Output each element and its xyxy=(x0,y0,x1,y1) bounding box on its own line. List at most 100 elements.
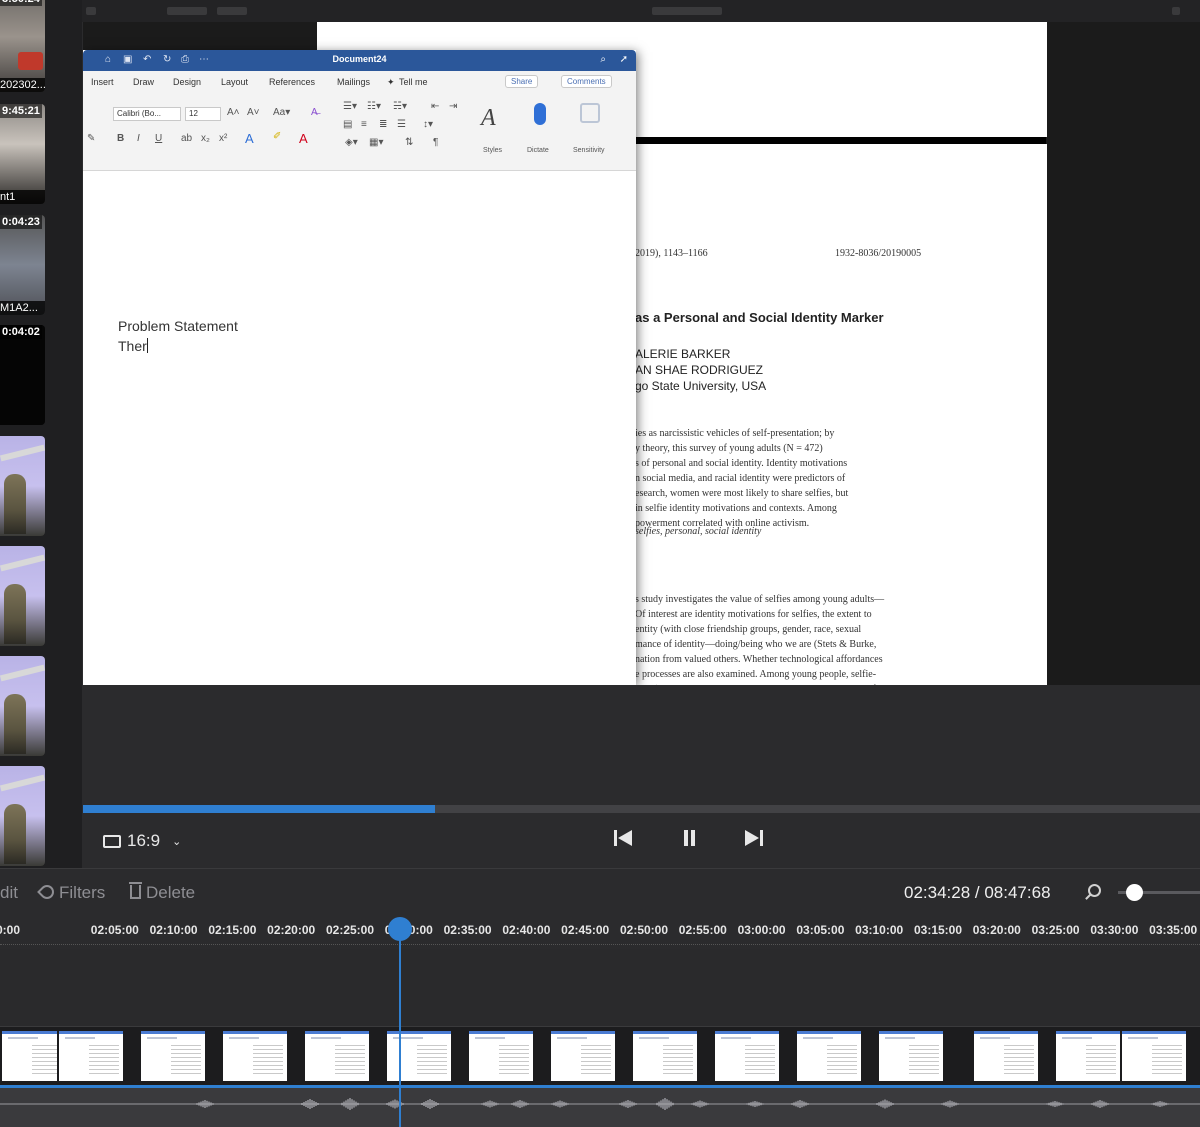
italic-icon[interactable]: I xyxy=(137,133,140,144)
numbering-icon[interactable]: ☷▾ xyxy=(367,101,381,112)
ruler-tick-label: 03:10:00 xyxy=(855,923,904,937)
time-readout: 02:34:28 / 08:47:68 xyxy=(904,883,1051,902)
ruler-tick-label: 03:00:00 xyxy=(737,923,786,937)
paper-header-left: 2019), 1143–1166 xyxy=(635,248,708,259)
video-preview[interactable]: 2019), 1143–1166 1932-8036/20190005 as a… xyxy=(83,22,1200,685)
tab-mailings[interactable]: Mailings xyxy=(337,77,370,87)
video-track[interactable] xyxy=(0,1027,1200,1087)
multilevel-icon[interactable]: ☵▾ xyxy=(393,101,407,112)
clip-name: 202302... xyxy=(0,78,45,92)
tab-references[interactable]: References xyxy=(269,77,315,87)
share-button[interactable]: Share xyxy=(505,75,539,88)
clear-format-icon[interactable]: A̶ xyxy=(311,107,318,118)
overlay-track[interactable] xyxy=(0,949,1200,1027)
paragraph-marks-icon[interactable]: ¶ xyxy=(433,137,438,148)
word-titlebar: ⌂ ▣ ↶ ↻ ⎙ ⋯ Document24 ⌕ ➚ xyxy=(83,50,636,71)
clip-thumbnail[interactable]: 3:50:24 202302... xyxy=(0,0,45,92)
microphone-icon[interactable] xyxy=(534,103,546,125)
clip-thumbnail[interactable]: 0:04:02 xyxy=(0,325,45,425)
document-text-line[interactable]: Ther xyxy=(118,338,148,354)
document-heading[interactable]: Problem Statement xyxy=(118,318,238,334)
tab-tell-me[interactable]: Tell me xyxy=(399,77,428,87)
borders-icon[interactable]: ▦▾ xyxy=(369,137,383,148)
frame-thumbnail xyxy=(385,1031,451,1081)
font-color-icon[interactable]: A xyxy=(299,131,308,146)
tab-insert[interactable]: Insert xyxy=(91,77,114,87)
grow-font-icon[interactable]: A˄ xyxy=(227,107,240,118)
clip-duration: 0:04:23 xyxy=(0,215,42,229)
increase-indent-icon[interactable]: ⇥ xyxy=(449,101,457,112)
playhead-handle[interactable] xyxy=(388,917,412,941)
search-icon[interactable]: ⌕ xyxy=(600,54,606,65)
align-left-icon[interactable]: ▤ xyxy=(343,119,352,130)
timeline-panel: dit Filters Delete 02:34:28 / 08:47:68 0… xyxy=(0,868,1200,1127)
styles-label[interactable]: Styles xyxy=(483,147,502,154)
shrink-font-icon[interactable]: A˅ xyxy=(247,107,260,118)
decrease-indent-icon[interactable]: ⇤ xyxy=(431,101,439,112)
ruler-tick-label: 02:10:00 xyxy=(149,923,198,937)
trash-icon xyxy=(129,882,142,899)
playback-progress-bar[interactable] xyxy=(83,805,1200,813)
text-cursor xyxy=(146,338,148,353)
text-effects-icon[interactable]: A xyxy=(245,131,254,146)
sensitivity-label[interactable]: Sensitivity xyxy=(573,147,605,154)
zoom-slider-thumb[interactable] xyxy=(1126,884,1144,901)
comments-button[interactable]: Comments xyxy=(561,75,612,88)
sensitivity-icon[interactable] xyxy=(580,103,600,123)
share-arrow-icon[interactable]: ➚ xyxy=(620,54,628,65)
frame-thumbnail xyxy=(972,1031,1038,1081)
font-size-select[interactable]: 12 xyxy=(185,107,221,121)
abstract-line: powerment correlated with online activis… xyxy=(635,518,810,529)
zoom-out-icon[interactable] xyxy=(1088,884,1101,897)
superscript-icon[interactable]: x² xyxy=(219,133,227,144)
abstract-line: n social media, and racial identity were… xyxy=(635,473,846,484)
bold-icon[interactable]: B xyxy=(117,133,124,144)
audio-track[interactable] xyxy=(0,1088,1200,1127)
pause-icon[interactable] xyxy=(683,828,697,848)
clip-thumbnail[interactable]: 0:04:23 M1A2... xyxy=(0,215,45,315)
paper-affiliation: go State University, USA xyxy=(635,379,767,393)
strikethrough-icon[interactable]: ab xyxy=(181,133,192,144)
subscript-icon[interactable]: x₂ xyxy=(201,133,210,144)
clip-thumbnail[interactable] xyxy=(0,656,45,756)
justify-icon[interactable]: ☰ xyxy=(397,119,406,130)
delete-button[interactable]: Delete xyxy=(129,882,195,903)
styles-icon[interactable]: A xyxy=(481,105,496,132)
font-name-select[interactable]: Calibri (Bo... xyxy=(113,107,181,121)
filters-button[interactable]: Filters xyxy=(37,882,106,903)
clip-thumbnail[interactable] xyxy=(0,766,45,866)
timeline-ruler[interactable]: 0:00 02:05:00 02:10:00 02:15:00 02:20:00 02:2… xyxy=(0,915,1200,945)
dictate-label[interactable]: Dictate xyxy=(527,147,549,154)
player-controls: 16:9 ⌄ xyxy=(83,813,1200,868)
shading-icon[interactable]: ◈▾ xyxy=(345,137,358,148)
align-right-icon[interactable]: ≣ xyxy=(379,119,387,130)
aspect-ratio-dropdown[interactable]: 16:9 ⌄ xyxy=(103,831,181,851)
bullets-icon[interactable]: ☰▾ xyxy=(343,101,357,112)
sort-icon[interactable]: ⇅ xyxy=(405,137,413,148)
paper-title: as a Personal and Social Identity Marker xyxy=(635,310,884,325)
clip-name: nt1 xyxy=(0,190,45,204)
skip-forward-icon[interactable] xyxy=(745,828,767,848)
highlight-icon[interactable]: ✐ xyxy=(273,131,281,142)
skip-back-icon[interactable] xyxy=(614,828,636,848)
align-center-icon[interactable]: ≡ xyxy=(361,119,367,130)
tab-layout[interactable]: Layout xyxy=(221,77,248,87)
clip-thumbnail[interactable]: 9:45:21 nt1 xyxy=(0,104,45,204)
intro-line: entity (with close friendship groups, ge… xyxy=(635,624,862,635)
ruler-tick-label: 0:00 xyxy=(0,923,21,937)
tab-design[interactable]: Design xyxy=(173,77,201,87)
frame-thumbnail xyxy=(467,1031,533,1081)
clip-thumbnail[interactable] xyxy=(0,546,45,646)
intro-line: s study investigates the value of selfie… xyxy=(635,594,885,605)
filters-label: Filters xyxy=(59,883,106,902)
ruler-tick-label: 02:15:00 xyxy=(208,923,257,937)
edit-button[interactable]: dit xyxy=(0,883,18,903)
line-spacing-icon[interactable]: ↕▾ xyxy=(423,119,433,130)
change-case-icon[interactable]: Aa▾ xyxy=(273,107,290,118)
frame-thumbnail xyxy=(303,1031,369,1081)
format-painter-icon[interactable]: ✎ xyxy=(87,133,95,144)
abstract-line: esearch, women were most likely to share… xyxy=(635,488,849,499)
clip-thumbnail[interactable] xyxy=(0,436,45,536)
tab-draw[interactable]: Draw xyxy=(133,77,154,87)
underline-icon[interactable]: U xyxy=(155,133,162,144)
